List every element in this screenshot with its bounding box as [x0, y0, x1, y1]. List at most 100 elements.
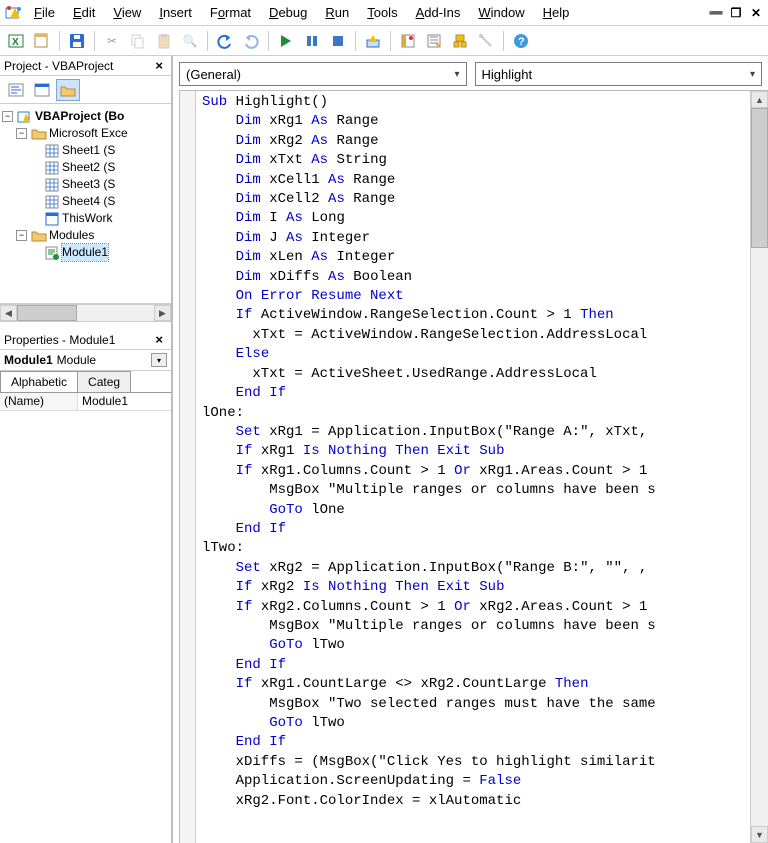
main-area: Project - VBAProject × − VBAProject (Bo …: [0, 56, 768, 843]
scroll-track[interactable]: [751, 108, 768, 826]
cut-button[interactable]: ✂: [100, 29, 124, 53]
mdi-window-controls: ➖ ❐ ✕: [708, 6, 764, 20]
project-hscrollbar[interactable]: ◀ ▶: [0, 304, 171, 322]
code-editor[interactable]: Sub Highlight() Dim xRg1 As Range Dim xR…: [179, 90, 768, 843]
menu-edit[interactable]: Edit: [65, 2, 103, 23]
svg-text:?: ?: [518, 36, 525, 48]
scroll-thumb[interactable]: [751, 108, 768, 248]
scroll-thumb[interactable]: [17, 305, 77, 321]
object-dropdown-label: (General): [186, 67, 241, 82]
tab-alphabetic[interactable]: Alphabetic: [0, 371, 78, 392]
tree-excel-folder[interactable]: − Microsoft Exce: [2, 125, 169, 142]
view-excel-button[interactable]: X: [4, 29, 28, 53]
project-tree[interactable]: − VBAProject (Bo − Microsoft Exce Sheet1…: [0, 104, 171, 304]
vba-app-icon: [4, 3, 24, 23]
menu-addins[interactable]: Add-Ins: [408, 2, 469, 23]
reset-button[interactable]: [326, 29, 350, 53]
menu-view[interactable]: View: [105, 2, 149, 23]
workbook-icon: [44, 211, 60, 227]
object-dropdown[interactable]: (General) ▾: [179, 62, 467, 86]
scroll-up-icon[interactable]: ▲: [751, 91, 768, 108]
properties-window-button[interactable]: [422, 29, 446, 53]
menu-file[interactable]: FFileile: [26, 2, 63, 23]
module-icon: [44, 245, 60, 261]
collapse-icon[interactable]: −: [16, 128, 27, 139]
menu-insert[interactable]: Insert: [151, 2, 200, 23]
tab-categorized[interactable]: Categ: [77, 371, 131, 392]
worksheet-icon: [44, 194, 60, 210]
scroll-track[interactable]: [77, 305, 154, 321]
break-button[interactable]: [300, 29, 324, 53]
toolbar-separator: [94, 31, 95, 51]
tree-modules-folder[interactable]: − Modules: [2, 227, 169, 244]
chevron-down-icon[interactable]: ▾: [151, 353, 167, 367]
run-button[interactable]: [274, 29, 298, 53]
tree-sheet[interactable]: Sheet4 (S: [2, 193, 169, 210]
view-object-button[interactable]: [30, 79, 54, 101]
properties-panel-close[interactable]: ×: [151, 332, 167, 347]
tree-thisworkbook[interactable]: ThisWork: [2, 210, 169, 227]
scroll-left-icon[interactable]: ◀: [0, 305, 17, 321]
mdi-minimize-button[interactable]: ➖: [708, 6, 724, 20]
properties-panel-title-label: Properties - Module1: [4, 333, 115, 347]
code-vscrollbar[interactable]: ▲ ▼: [750, 91, 768, 843]
tree-module1[interactable]: Module1: [2, 244, 169, 261]
property-row[interactable]: (Name) Module1: [0, 393, 171, 411]
tree-sheet-label: Sheet4 (S: [62, 193, 115, 210]
view-code-button[interactable]: [4, 79, 28, 101]
save-button[interactable]: [65, 29, 89, 53]
worksheet-icon: [44, 143, 60, 159]
find-button[interactable]: 🔍: [178, 29, 202, 53]
procedure-dropdown[interactable]: Highlight ▾: [475, 62, 763, 86]
worksheet-icon: [44, 177, 60, 193]
properties-panel: Module1 Module ▾ Alphabetic Categ (Name)…: [0, 350, 171, 843]
scroll-right-icon[interactable]: ▶: [154, 305, 171, 321]
object-browser-button[interactable]: [448, 29, 472, 53]
paste-button[interactable]: [152, 29, 176, 53]
svg-text:X: X: [12, 37, 19, 48]
toolbox-button[interactable]: [474, 29, 498, 53]
properties-tabs: Alphabetic Categ: [0, 371, 171, 393]
mdi-close-button[interactable]: ✕: [748, 6, 764, 20]
tree-root[interactable]: − VBAProject (Bo: [2, 108, 169, 125]
properties-object-select[interactable]: Module1 Module ▾: [0, 350, 171, 371]
left-column: Project - VBAProject × − VBAProject (Bo …: [0, 56, 173, 843]
tree-thisworkbook-label: ThisWork: [62, 210, 112, 227]
copy-button[interactable]: [126, 29, 150, 53]
help-button[interactable]: ?: [509, 29, 533, 53]
code-text[interactable]: Sub Highlight() Dim xRg1 As Range Dim xR…: [196, 91, 750, 843]
menu-tools[interactable]: Tools: [359, 2, 405, 23]
project-panel-close[interactable]: ×: [151, 58, 167, 73]
design-mode-button[interactable]: [361, 29, 385, 53]
tree-sheet[interactable]: Sheet2 (S: [2, 159, 169, 176]
folder-icon: [31, 228, 47, 244]
menu-run[interactable]: Run: [317, 2, 357, 23]
collapse-icon[interactable]: −: [16, 230, 27, 241]
menu-debug[interactable]: Debug: [261, 2, 315, 23]
properties-panel-title: Properties - Module1 ×: [0, 330, 171, 350]
code-pane: (General) ▾ Highlight ▾ Sub Highlight() …: [173, 56, 768, 843]
property-value[interactable]: Module1: [78, 393, 171, 410]
procedure-dropdown-label: Highlight: [482, 67, 533, 82]
project-panel-title: Project - VBAProject ×: [0, 56, 171, 76]
tree-sheet[interactable]: Sheet1 (S: [2, 142, 169, 159]
undo-button[interactable]: [213, 29, 237, 53]
toolbar-separator: [355, 31, 356, 51]
tree-sheet-label: Sheet3 (S: [62, 176, 115, 193]
menu-window[interactable]: Window: [470, 2, 532, 23]
toggle-folders-button[interactable]: [56, 79, 80, 101]
tree-sheet[interactable]: Sheet3 (S: [2, 176, 169, 193]
project-panel-title-label: Project - VBAProject: [4, 59, 113, 73]
menubar: FFileile Edit View Insert Format Debug R…: [0, 0, 768, 26]
insert-module-button[interactable]: [30, 29, 54, 53]
project-explorer-button[interactable]: [396, 29, 420, 53]
collapse-icon[interactable]: −: [2, 111, 13, 122]
toolbar-separator: [503, 31, 504, 51]
property-key: (Name): [0, 393, 78, 410]
menu-format[interactable]: Format: [202, 2, 259, 23]
scroll-down-icon[interactable]: ▼: [751, 826, 768, 843]
redo-button[interactable]: [239, 29, 263, 53]
menu-help[interactable]: Help: [535, 2, 578, 23]
toolbar-separator: [59, 31, 60, 51]
mdi-restore-button[interactable]: ❐: [728, 6, 744, 20]
